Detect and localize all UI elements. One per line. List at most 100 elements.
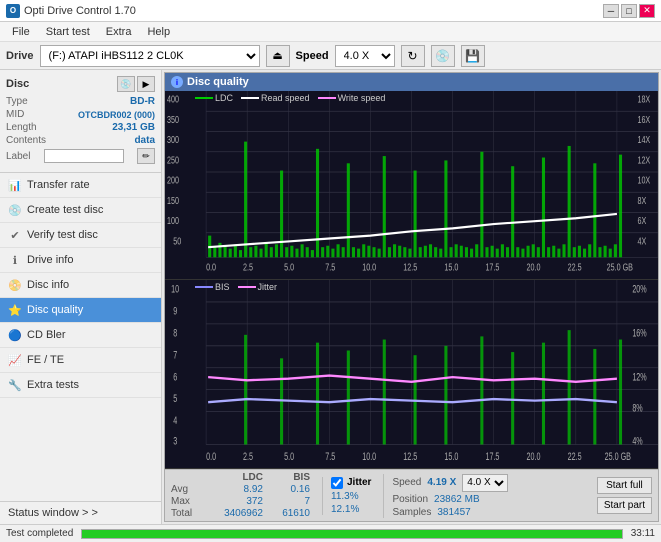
drive-label: Drive (6, 50, 34, 62)
avg-bis: 0.16 (265, 484, 310, 495)
chart2-legend: BIS Jitter (195, 282, 277, 292)
menu-file[interactable]: File (4, 25, 38, 39)
read-speed-legend: Read speed (241, 93, 310, 103)
eject-button[interactable]: ⏏ (266, 45, 290, 67)
jitter-label: Jitter (258, 282, 278, 292)
disc-icon-1[interactable]: 💿 (117, 76, 135, 92)
chart2: BIS Jitter (165, 280, 658, 469)
extra-tests-icon: 🔧 (8, 378, 22, 392)
chart1: LDC Read speed Write speed (165, 91, 658, 280)
svg-text:6X: 6X (637, 215, 646, 227)
sidebar-item-disc-info[interactable]: 📀 Disc info (0, 273, 161, 298)
label-edit-button[interactable]: ✏ (137, 148, 155, 164)
max-jitter: 12.1% (331, 504, 371, 515)
menu-extra[interactable]: Extra (98, 25, 140, 39)
drive-info-icon: ℹ (8, 253, 22, 267)
jitter-legend: Jitter (238, 282, 278, 292)
chart1-legend: LDC Read speed Write speed (195, 93, 385, 103)
svg-text:16%: 16% (632, 327, 646, 339)
svg-text:150: 150 (167, 195, 179, 207)
jitter-col-header: Jitter (347, 477, 371, 488)
label-label: Label (6, 151, 30, 162)
drive-select[interactable]: (F:) ATAPI iHBS112 2 CL0K (40, 45, 260, 67)
contents-label: Contents (6, 135, 46, 146)
svg-text:9: 9 (173, 305, 177, 317)
svg-text:300: 300 (167, 134, 179, 146)
refresh-button[interactable]: ↻ (401, 45, 425, 67)
samples-value: 381457 (437, 507, 470, 518)
sidebar-item-transfer-rate[interactable]: 📊 Transfer rate (0, 173, 161, 198)
disc-info-icon: 📀 (8, 278, 22, 292)
verify-test-disc-icon: ✔ (8, 228, 22, 242)
minimize-button[interactable]: ─ (603, 4, 619, 18)
disc-label-row: Label ✏ (6, 148, 155, 164)
disc-title: Disc (6, 78, 29, 90)
menu-help[interactable]: Help (139, 25, 178, 39)
disc-icon-2[interactable]: ▶ (137, 76, 155, 92)
write-speed-label: Write speed (338, 93, 386, 103)
avg-ldc: 8.92 (218, 484, 263, 495)
sidebar-item-cd-bler[interactable]: 🔵 CD Bler (0, 323, 161, 348)
sidebar-item-label: CD Bler (27, 329, 66, 341)
svg-text:16X: 16X (637, 114, 650, 126)
sidebar-item-verify-test-disc[interactable]: ✔ Verify test disc (0, 223, 161, 248)
svg-text:5.0: 5.0 (284, 451, 294, 463)
dq-title: Disc quality (187, 76, 249, 88)
app-icon: O (6, 4, 20, 18)
disc-length-row: Length 23,31 GB (6, 122, 155, 133)
speed-position-section: Speed 4.19 X 4.0 X Position 23862 MB Sam… (383, 474, 584, 518)
sidebar-item-label: Create test disc (27, 204, 103, 216)
svg-text:8%: 8% (632, 402, 642, 414)
type-label: Type (6, 96, 28, 107)
svg-text:200: 200 (167, 174, 179, 186)
svg-text:4%: 4% (632, 435, 642, 447)
disc-quality-panel: i Disc quality LDC Read speed (164, 72, 659, 522)
sidebar-item-label: Transfer rate (27, 179, 90, 191)
svg-text:20%: 20% (632, 283, 646, 295)
write-speed-legend: Write speed (318, 93, 386, 103)
sidebar-item-disc-quality[interactable]: ⭐ Disc quality (0, 298, 161, 323)
maximize-button[interactable]: □ (621, 4, 637, 18)
speed-select[interactable]: 4.0 X (335, 45, 395, 67)
charts-container: LDC Read speed Write speed (165, 91, 658, 469)
disc-icons: 💿 ▶ (117, 76, 155, 92)
sidebar-item-create-test-disc[interactable]: 💿 Create test disc (0, 198, 161, 223)
label-input[interactable] (44, 149, 124, 163)
chart2-svg: 10 9 8 7 6 5 4 3 20% 16% 12% 8% 4% (165, 280, 658, 468)
create-test-disc-icon: 💿 (8, 203, 22, 217)
stats-table: LDC BIS Avg 8.92 0.16 Max 372 7 Total (171, 472, 310, 519)
time-display: 33:11 (631, 528, 655, 539)
svg-text:25.0 GB: 25.0 GB (605, 451, 631, 463)
save-button[interactable]: 💾 (461, 45, 485, 67)
ldc-label: LDC (215, 93, 233, 103)
speed-value: 4.19 X (427, 477, 456, 488)
ldc-legend: LDC (195, 93, 233, 103)
speed-result-select[interactable]: 4.0 X (462, 474, 508, 492)
sidebar-item-extra-tests[interactable]: 🔧 Extra tests (0, 373, 161, 398)
start-full-button[interactable]: Start full (597, 477, 652, 494)
sidebar-item-label: FE / TE (27, 354, 64, 366)
position-value: 23862 MB (434, 494, 480, 505)
status-window-button[interactable]: Status window > > (0, 501, 161, 524)
svg-text:50: 50 (173, 235, 181, 247)
svg-text:20.0: 20.0 (527, 451, 541, 463)
window-controls: ─ □ ✕ (603, 4, 655, 18)
start-part-button[interactable]: Start part (597, 497, 652, 514)
speed-label: Speed (296, 50, 329, 62)
type-value: BD-R (130, 96, 155, 107)
sidebar-item-drive-info[interactable]: ℹ Drive info (0, 248, 161, 273)
bis-label: BIS (215, 282, 230, 292)
menu-start-test[interactable]: Start test (38, 25, 98, 39)
contents-value: data (134, 135, 155, 146)
disc-quality-icon: ⭐ (8, 303, 22, 317)
close-button[interactable]: ✕ (639, 4, 655, 18)
sidebar-item-fe-te[interactable]: 📈 FE / TE (0, 348, 161, 373)
total-row-label: Total (171, 508, 216, 519)
svg-text:10: 10 (171, 283, 179, 295)
max-row-label: Max (171, 496, 216, 507)
length-value: 23,31 GB (112, 122, 155, 133)
disc-button[interactable]: 💿 (431, 45, 455, 67)
max-ldc: 372 (218, 496, 263, 507)
jitter-checkbox[interactable] (331, 477, 343, 489)
svg-text:12.5: 12.5 (403, 451, 417, 463)
